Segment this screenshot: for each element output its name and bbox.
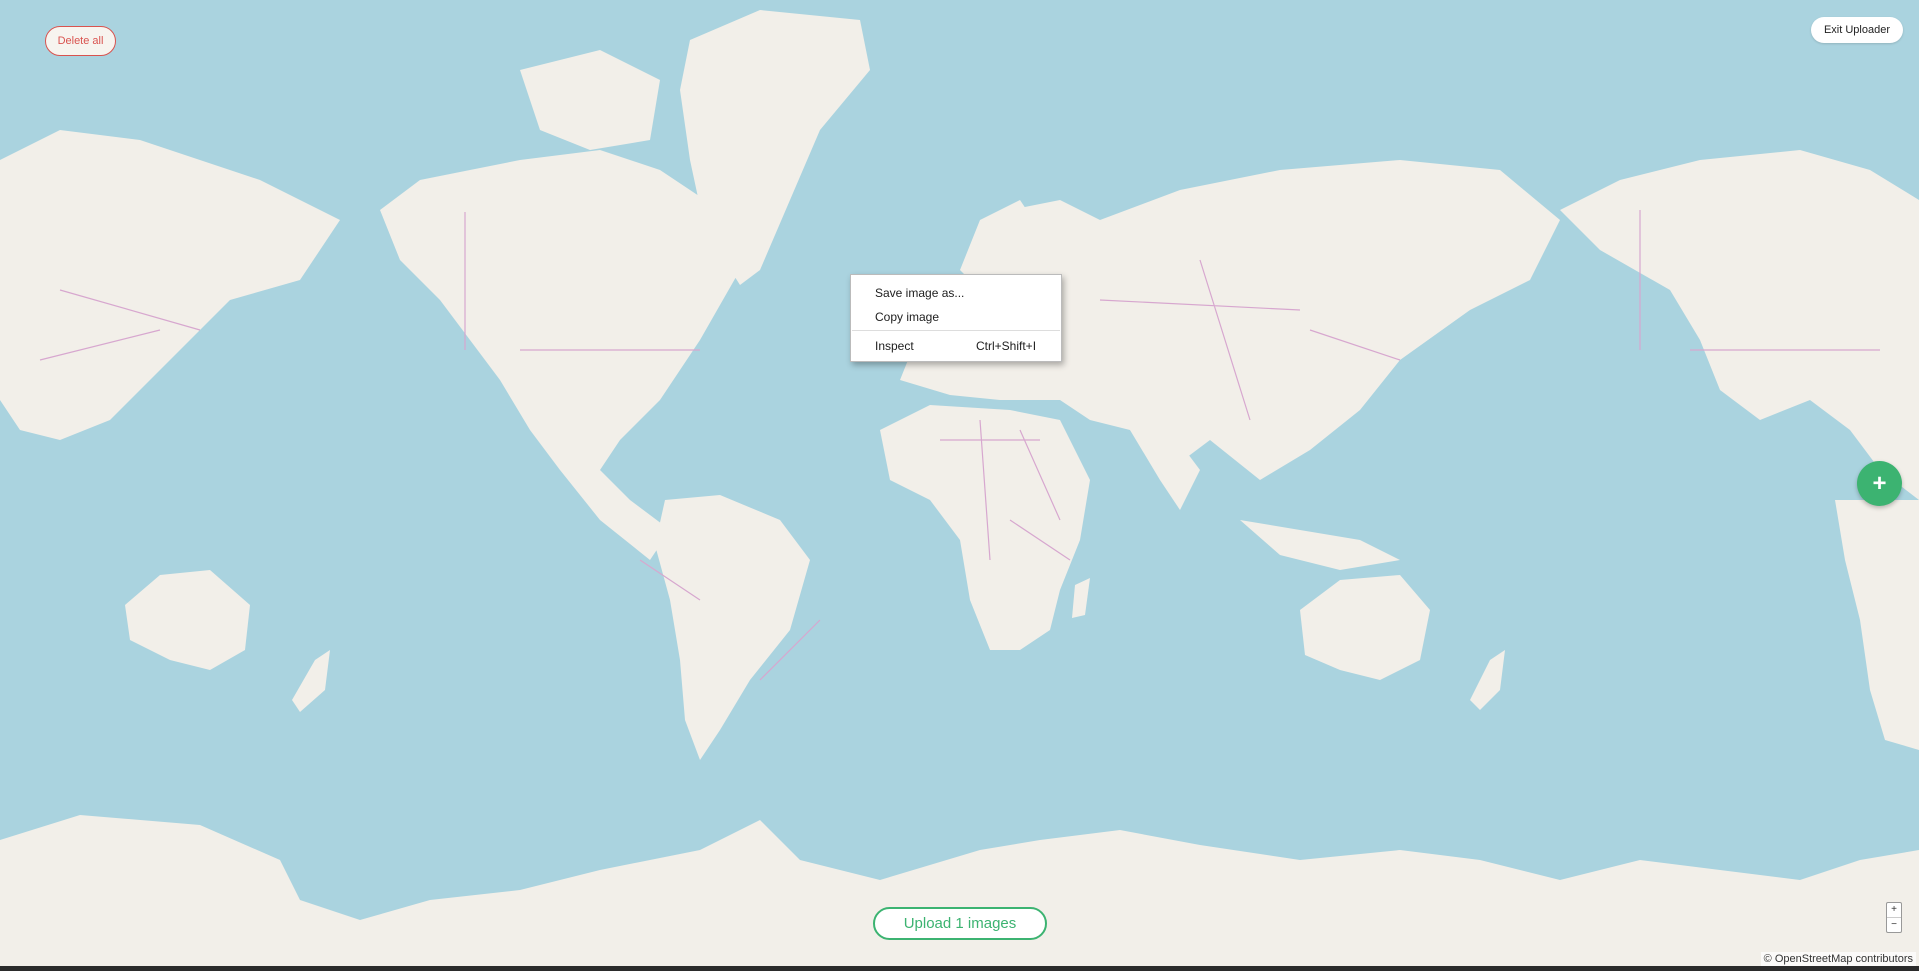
landmass-madagascar	[1072, 578, 1090, 618]
plus-icon: +	[1872, 469, 1887, 497]
menu-item-label: Copy image	[875, 310, 940, 324]
landmass-south-america-east-wrap	[1835, 500, 1919, 750]
context-menu-save-image[interactable]: Save image as...	[852, 282, 1060, 304]
landmass-canadian-arctic	[520, 50, 660, 150]
context-menu-separator	[852, 330, 1060, 331]
menu-item-label: Inspect	[875, 339, 914, 353]
context-menu: Save image as... Copy image Inspect Ctrl…	[850, 274, 1062, 362]
zoom-out-button[interactable]: −	[1887, 917, 1901, 932]
exit-uploader-button[interactable]: Exit Uploader	[1811, 17, 1903, 43]
window-bottom-edge	[0, 966, 1919, 971]
landmass-north-america-east-wrap	[1560, 150, 1919, 500]
context-menu-copy-image[interactable]: Copy image	[852, 306, 1060, 328]
zoom-control: + −	[1886, 902, 1902, 933]
landmass-australia	[1300, 575, 1430, 680]
upload-images-button[interactable]: Upload 1 images	[873, 907, 1047, 940]
landmass-south-america	[655, 495, 810, 760]
zoom-in-button[interactable]: +	[1887, 903, 1901, 917]
map-attribution: © OpenStreetMap contributors	[1760, 952, 1916, 966]
world-map[interactable]	[0, 0, 1919, 971]
map-tiles	[0, 10, 1919, 971]
landmass-antarctica	[0, 815, 1919, 971]
landmass-africa	[880, 405, 1090, 650]
menu-item-shortcut: Ctrl+Shift+I	[976, 339, 1037, 353]
add-button[interactable]: +	[1857, 461, 1902, 506]
context-menu-inspect[interactable]: Inspect Ctrl+Shift+I	[852, 335, 1060, 357]
delete-all-button[interactable]: Delete all	[45, 26, 116, 56]
landmass-indonesia	[1240, 520, 1400, 570]
menu-item-label: Save image as...	[875, 286, 965, 300]
landmass-asia-west-wrap	[0, 130, 340, 440]
landmass-australia-west-wrap	[125, 570, 250, 670]
landmass-new-zealand	[1470, 650, 1505, 710]
landmass-new-zealand-west-wrap	[292, 650, 330, 712]
